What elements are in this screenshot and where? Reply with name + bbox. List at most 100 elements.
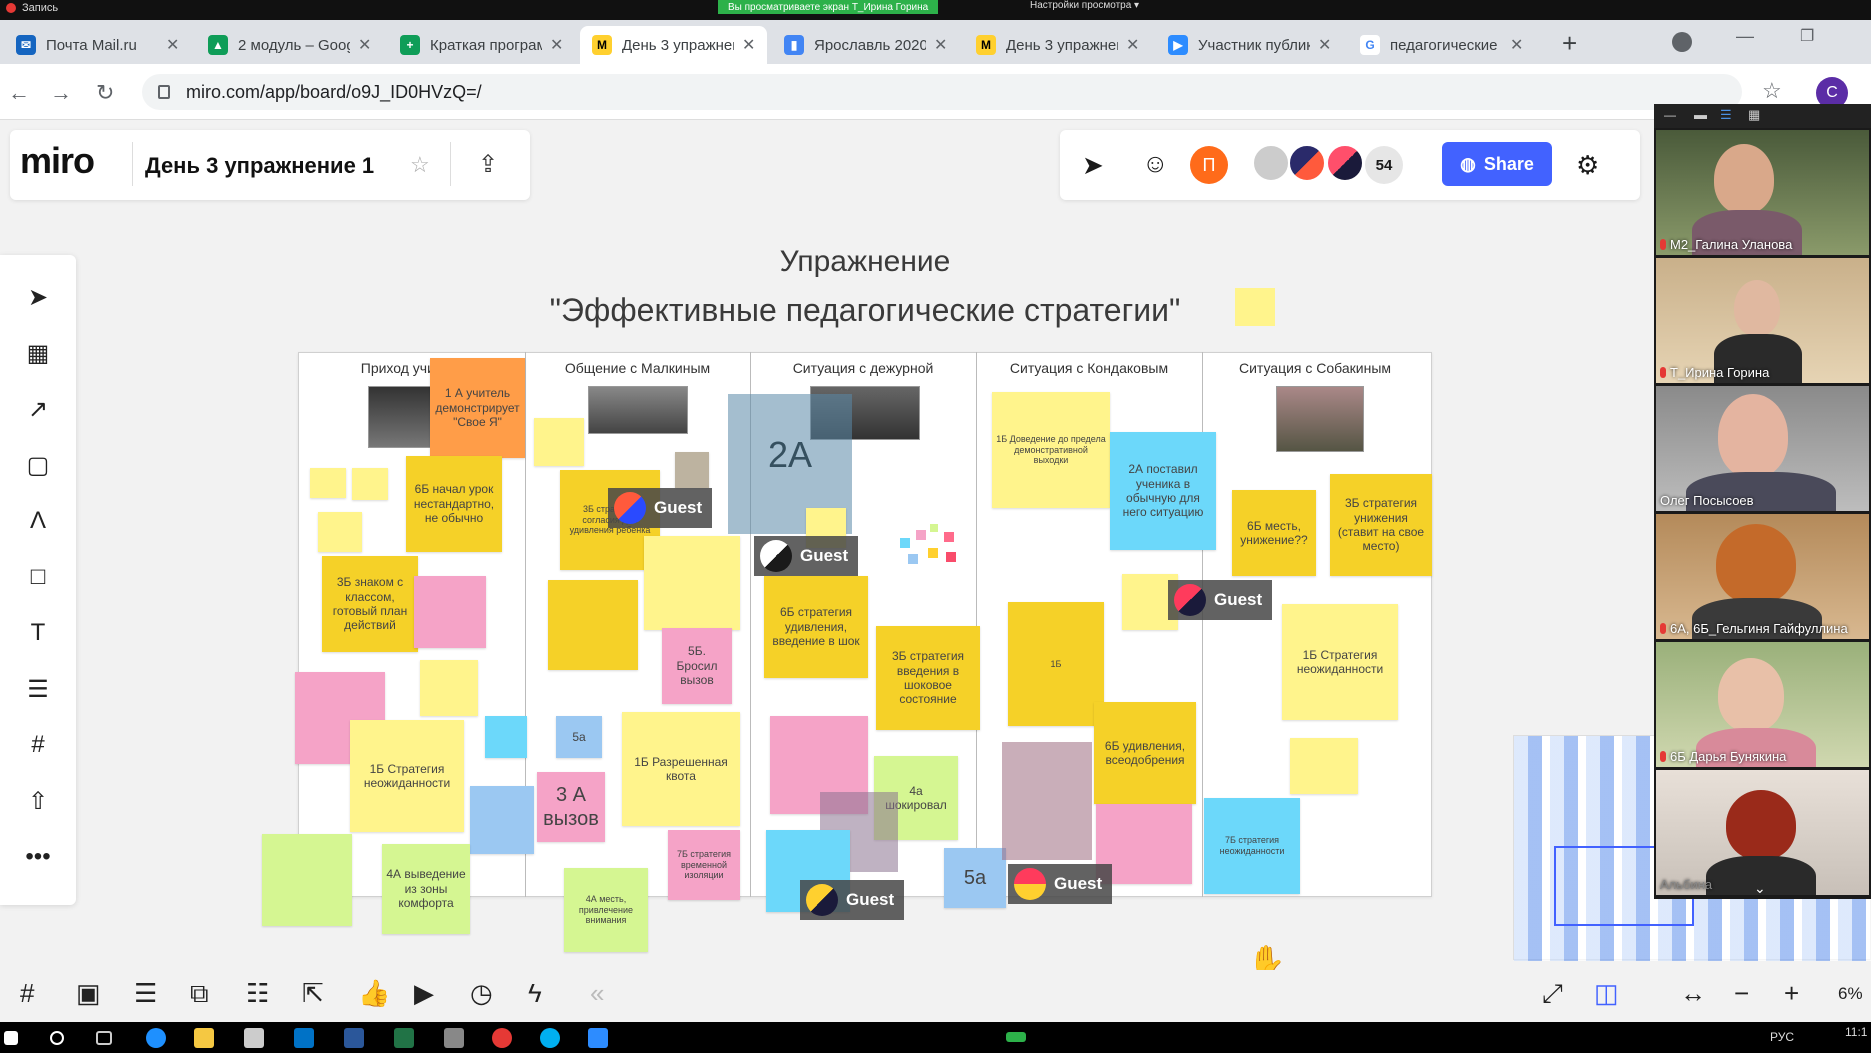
- sticky-note[interactable]: [1290, 738, 1358, 794]
- sticky-note[interactable]: [352, 468, 388, 500]
- colored-shapes-group[interactable]: [900, 520, 960, 570]
- strip-view-icon[interactable]: ▬: [1694, 107, 1707, 122]
- sticky-note[interactable]: [420, 660, 478, 716]
- sticky-note[interactable]: [310, 468, 346, 498]
- input-language[interactable]: РУС: [1770, 1030, 1794, 1044]
- collaborator-avatar[interactable]: [1252, 144, 1290, 182]
- video-tile[interactable]: 6Б Дарья Бунякина: [1656, 642, 1869, 767]
- favorite-star-icon[interactable]: ☆: [410, 152, 430, 178]
- share-status-icon[interactable]: [1006, 1032, 1026, 1042]
- sticky-note[interactable]: 1Б Доведение до предела демонстративной …: [992, 392, 1110, 508]
- collaborator-count[interactable]: 54: [1365, 146, 1403, 184]
- sticky-note[interactable]: 6Б стратегия удивления, введение в шок: [764, 576, 868, 678]
- close-icon[interactable]: ✕: [358, 35, 371, 55]
- file-explorer-icon[interactable]: [194, 1028, 214, 1048]
- minimap-toggle-icon[interactable]: ◫: [1594, 978, 1619, 1009]
- sticky-note[interactable]: 5Б. Бросил вызов: [662, 628, 732, 704]
- fullscreen-icon[interactable]: ⤢: [1542, 978, 1563, 1010]
- reload-icon[interactable]: ↻: [96, 80, 114, 106]
- video-call-icon[interactable]: ▶: [414, 978, 434, 1009]
- comment-icon[interactable]: ☰: [20, 671, 56, 707]
- sticky-note[interactable]: 1Б Стратегия неожиданности: [1282, 604, 1398, 720]
- export-upload-icon[interactable]: ⇪: [478, 150, 498, 179]
- sticky-note[interactable]: [262, 834, 352, 926]
- app-icon[interactable]: [444, 1028, 464, 1048]
- tab-miro-active[interactable]: M День 3 упражнение 1 ✕: [580, 26, 768, 64]
- zoom-app-icon[interactable]: [588, 1028, 608, 1048]
- windows-start-icon[interactable]: [4, 1031, 18, 1045]
- tab-miro-2[interactable]: M День 3 упражнение ✕: [964, 26, 1151, 64]
- sticky-note[interactable]: [548, 580, 638, 670]
- frames-icon[interactable]: #: [20, 978, 34, 1009]
- upload-icon[interactable]: ⇧: [20, 783, 56, 819]
- sticky-note[interactable]: 3Б знаком с классом, готовый план действ…: [322, 556, 418, 652]
- word-icon[interactable]: [344, 1028, 364, 1048]
- new-tab-button[interactable]: +: [1562, 28, 1577, 59]
- system-clock[interactable]: 11:1: [1845, 1025, 1867, 1039]
- fit-to-screen-icon[interactable]: ↔: [1680, 978, 1706, 1009]
- video-tile[interactable]: Т_Ирина Горина: [1656, 258, 1869, 383]
- outlook-icon[interactable]: [294, 1028, 314, 1048]
- settings-sliders-icon[interactable]: ⚙: [1576, 150, 1599, 181]
- templates-icon[interactable]: ▦: [20, 335, 56, 371]
- close-icon[interactable]: ✕: [1126, 35, 1139, 55]
- sticky-note-icon[interactable]: ▢: [20, 447, 56, 483]
- forward-arrow-icon[interactable]: →: [50, 80, 72, 106]
- select-cursor-icon[interactable]: ➤: [20, 279, 56, 315]
- chevron-down-icon[interactable]: ⌄: [1754, 880, 1766, 897]
- store-icon[interactable]: [244, 1028, 264, 1048]
- sticky-note[interactable]: 3Б стратегия унижения (ставит на свое ме…: [1330, 474, 1432, 576]
- bookmark-star-icon[interactable]: ☆: [1762, 78, 1782, 104]
- sticky-note[interactable]: [318, 512, 362, 552]
- close-icon[interactable]: ✕: [1510, 35, 1523, 55]
- tab-google-drive[interactable]: ▲ 2 модуль – Google Диск ✕: [196, 26, 383, 64]
- presentation-icon[interactable]: ▣: [76, 978, 101, 1009]
- edge-browser-icon[interactable]: [146, 1028, 166, 1048]
- sticky-note-label[interactable]: 2А: [728, 420, 852, 490]
- search-icon[interactable]: [50, 1031, 64, 1045]
- tab-sheets[interactable]: + Краткая программа ✕: [388, 26, 575, 64]
- sticky-note[interactable]: [644, 536, 740, 630]
- sticky-note[interactable]: 5а: [556, 716, 602, 758]
- zoom-out-icon[interactable]: −: [1734, 978, 1749, 1009]
- task-view-icon[interactable]: [96, 1031, 112, 1045]
- sticky-note[interactable]: 6Б удивления, всеодобрения: [1094, 702, 1196, 804]
- skype-icon[interactable]: [540, 1028, 560, 1048]
- close-icon[interactable]: ✕: [166, 35, 179, 55]
- collapse-toolbar-icon[interactable]: «: [590, 978, 604, 1009]
- sticky-note[interactable]: [485, 716, 527, 758]
- lightning-icon[interactable]: ϟ: [528, 978, 542, 1009]
- gallery-view-icon[interactable]: ▦: [1748, 107, 1760, 123]
- connection-line-icon[interactable]: ↗: [20, 391, 56, 427]
- export-icon[interactable]: ⇱: [302, 978, 324, 1009]
- video-tile[interactable]: Олег Посысоев: [1656, 386, 1869, 511]
- tab-yaroslavl[interactable]: ▮ Ярославль 2020 ✕: [772, 26, 959, 64]
- reactions-icon[interactable]: ☺: [1142, 148, 1169, 179]
- view-settings-menu[interactable]: Настройки просмотра ▾: [1030, 0, 1139, 11]
- tab-google-search[interactable]: G педагогические стратегии ✕: [1348, 26, 1535, 64]
- sticky-note[interactable]: [470, 786, 534, 854]
- photo-image[interactable]: [588, 386, 688, 434]
- miro-logo[interactable]: miro: [20, 140, 95, 182]
- sticky-note[interactable]: [675, 452, 709, 488]
- close-icon[interactable]: ✕: [934, 35, 947, 55]
- sticky-note[interactable]: 1Б Разрешенная квота: [622, 712, 740, 826]
- sticky-note[interactable]: [414, 576, 486, 648]
- sticky-note[interactable]: 2А поставил ученика в обычную для него с…: [1110, 432, 1216, 550]
- sticky-note[interactable]: 7Б стратегия неожиданности: [1204, 798, 1300, 894]
- pen-icon[interactable]: Λ: [20, 503, 56, 539]
- sticky-note[interactable]: [1235, 288, 1275, 326]
- speaker-view-icon[interactable]: ☰: [1720, 107, 1732, 123]
- cursor-pointer-icon[interactable]: ➤: [1082, 150, 1104, 181]
- collaborator-avatar[interactable]: [1326, 144, 1364, 182]
- share-button[interactable]: ◍ Share: [1442, 142, 1552, 186]
- url-field[interactable]: miro.com/app/board/o9J_ID0HVzQ=/: [142, 74, 1742, 110]
- restore-window-icon[interactable]: ❐: [1800, 26, 1814, 46]
- zoom-level[interactable]: 6%: [1838, 984, 1863, 1004]
- sticky-note[interactable]: 6Б начал урок нестандартно, не обычно: [406, 456, 502, 552]
- more-tools-icon[interactable]: •••: [20, 839, 56, 875]
- sticky-note[interactable]: 1Б: [1008, 602, 1104, 726]
- timer-icon[interactable]: ◷: [470, 978, 493, 1009]
- close-icon[interactable]: ✕: [742, 35, 755, 55]
- comments-icon[interactable]: ☰: [134, 978, 157, 1009]
